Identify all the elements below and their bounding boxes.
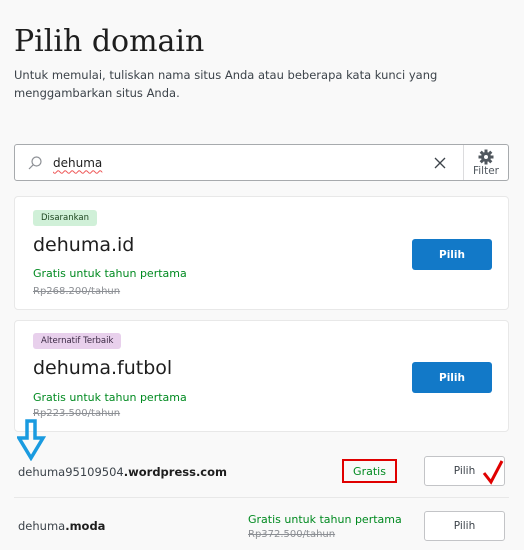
- offer-text: Gratis untuk tahun pertama: [33, 391, 187, 404]
- close-icon[interactable]: [433, 156, 447, 170]
- badge-best-alternative: Alternatif Terbaik: [33, 333, 122, 349]
- domain-name: dehuma.moda: [18, 519, 106, 533]
- filter-button[interactable]: Filter: [463, 145, 508, 180]
- domain-search-box[interactable]: dehuma Filter: [14, 144, 509, 181]
- domain-row: dehuma.moda Gratis untuk tahun pertama R…: [14, 498, 509, 550]
- select-button[interactable]: Pilih: [412, 362, 492, 393]
- domain-row: dehuma95109504.wordpress.com Gratis Pili…: [14, 437, 509, 497]
- price-free: Gratis: [342, 459, 397, 483]
- old-price: Rp372.500/tahun: [248, 529, 336, 540]
- old-price: Rp223.500/tahun: [33, 408, 121, 419]
- search-input[interactable]: dehuma: [53, 156, 102, 170]
- old-price: Rp268.200/tahun: [33, 286, 121, 297]
- domain-name: dehuma.futbol: [33, 357, 173, 379]
- domain-card-suggested: Disarankan dehuma.id Gratis untuk tahun …: [14, 196, 509, 310]
- offer-text: Gratis untuk tahun pertama: [33, 267, 187, 280]
- page-description: Untuk memulai, tuliskan nama situs Anda …: [14, 68, 438, 100]
- domain-card-alternative: Alternatif Terbaik dehuma.futbol Gratis …: [14, 320, 509, 432]
- badge-suggested: Disarankan: [33, 210, 98, 226]
- select-button[interactable]: Pilih: [424, 511, 505, 541]
- domain-name: dehuma95109504.wordpress.com: [18, 465, 228, 479]
- page-title: Pilih domain: [14, 24, 205, 59]
- select-button[interactable]: Pilih: [412, 239, 492, 270]
- filter-label: Filter: [472, 164, 499, 177]
- domain-name: dehuma.id: [33, 234, 135, 256]
- search-icon: [28, 155, 42, 169]
- checkmark-annotation-icon: [482, 460, 504, 485]
- gear-icon: [478, 149, 494, 164]
- offer-text: Gratis untuk tahun pertama: [248, 513, 402, 526]
